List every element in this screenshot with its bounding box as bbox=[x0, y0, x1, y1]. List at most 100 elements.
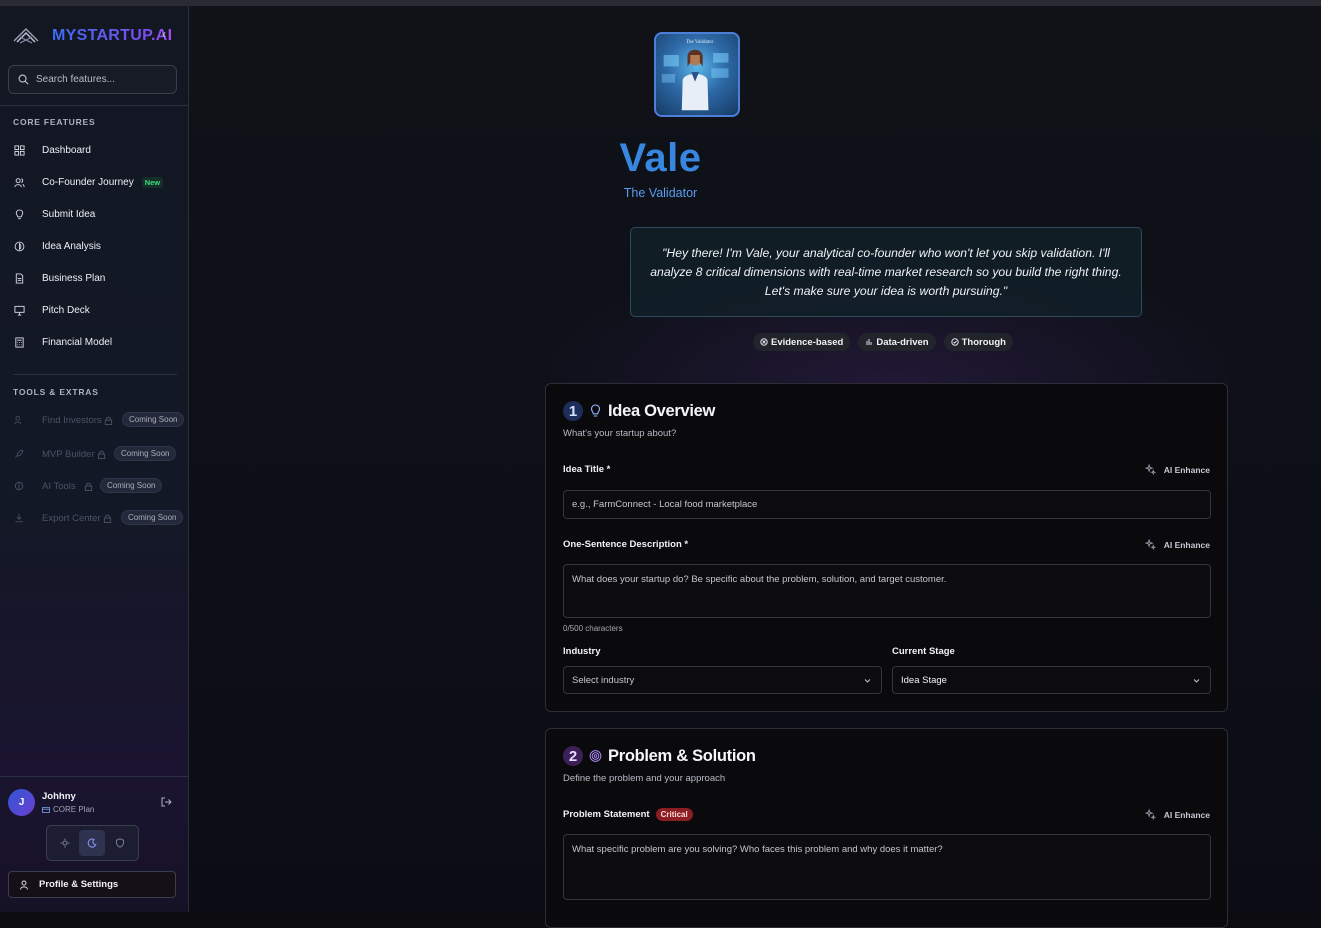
step-number: 1 bbox=[563, 401, 583, 421]
collapse-sidebar-icon[interactable]: ‹ bbox=[162, 27, 166, 41]
problem-statement-textarea[interactable]: What specific problem are you solving? W… bbox=[563, 834, 1211, 900]
sidebar-item-export-center: Export Center bbox=[13, 509, 112, 527]
sidebar-item-label: Business Plan bbox=[42, 272, 106, 284]
search-box[interactable] bbox=[8, 65, 177, 94]
trait-tag: Data-driven bbox=[858, 333, 936, 351]
lock-icon bbox=[84, 482, 92, 491]
sparkles-icon bbox=[1144, 809, 1156, 820]
idea-title-input[interactable]: e.g., FarmConnect - Local food marketpla… bbox=[563, 490, 1211, 519]
validator-illustration bbox=[661, 49, 729, 111]
card-icon bbox=[42, 806, 50, 813]
trait-tag: Evidence-based bbox=[753, 333, 851, 351]
critical-badge: Critical bbox=[655, 808, 693, 821]
advisor-role: The Validator bbox=[623, 186, 698, 200]
brand[interactable]: MYSTARTUP.AI ‹ bbox=[12, 24, 172, 48]
advisor-quote: "Hey there! I'm Vale, your analytical co… bbox=[630, 227, 1142, 317]
sidebar-item-label: Submit Idea bbox=[42, 208, 96, 220]
user-icon bbox=[20, 880, 28, 890]
search-input[interactable] bbox=[36, 74, 166, 85]
sparkles-icon bbox=[1144, 464, 1156, 475]
logo-icon bbox=[13, 28, 39, 44]
rocket-icon bbox=[13, 448, 25, 460]
idea-title-label: Idea Title * bbox=[563, 464, 611, 475]
target-icon bbox=[760, 338, 768, 346]
description-label: One-Sentence Description * bbox=[563, 539, 689, 550]
ai-enhance-button[interactable]: AI Enhance bbox=[1144, 809, 1210, 820]
card-title: Idea Overview bbox=[608, 402, 716, 420]
problem-statement-label: Problem Statement Critical bbox=[563, 808, 693, 821]
lightbulb-icon bbox=[13, 208, 25, 220]
download-icon bbox=[13, 512, 25, 524]
lock-icon bbox=[97, 450, 105, 459]
sidebar-item-idea-analysis[interactable]: Idea Analysis bbox=[13, 236, 101, 256]
avatar[interactable]: J bbox=[8, 789, 35, 816]
sidebar-item-label: Export Center bbox=[42, 512, 101, 524]
stage-value: Idea Stage bbox=[901, 674, 947, 686]
advisor-name: Vale bbox=[619, 136, 702, 180]
sidebar-item-find-investors: Find Investors bbox=[13, 411, 113, 429]
trait-tag-label: Thorough bbox=[961, 336, 1006, 348]
sidebar-item-business-plan[interactable]: Business Plan bbox=[13, 268, 105, 288]
industry-select[interactable]: Select industry bbox=[563, 666, 882, 694]
divider bbox=[0, 776, 188, 777]
sidebar-item-ai-tools: AI Tools bbox=[13, 477, 93, 495]
sidebar-item-label: Financial Model bbox=[42, 336, 113, 348]
core-features-title: CORE FEATURES bbox=[13, 117, 96, 127]
ai-enhance-button[interactable]: AI Enhance bbox=[1144, 539, 1210, 550]
light-theme-button[interactable] bbox=[52, 830, 78, 856]
ai-enhance-label: AI Enhance bbox=[1163, 464, 1210, 475]
industry-label: Industry bbox=[563, 646, 601, 657]
sun-icon bbox=[60, 838, 70, 848]
coming-soon-badge: Coming Soon bbox=[114, 446, 177, 461]
coming-soon-badge: Coming Soon bbox=[122, 412, 185, 427]
user-plan-label: CORE Plan bbox=[53, 805, 95, 814]
sidebar-item-mvp-builder: MVP Builder bbox=[13, 445, 106, 463]
sidebar-item-pitch-deck[interactable]: Pitch Deck bbox=[13, 300, 90, 320]
search-icon bbox=[18, 74, 29, 85]
coming-soon-badge: Coming Soon bbox=[100, 478, 163, 493]
problem-statement-text: Problem Statement bbox=[563, 809, 650, 820]
profile-settings-button[interactable]: Profile & Settings bbox=[8, 871, 176, 898]
trait-tag-label: Data-driven bbox=[876, 336, 929, 348]
ai-enhance-label: AI Enhance bbox=[1163, 809, 1210, 820]
moon-icon bbox=[88, 838, 98, 848]
calculator-icon bbox=[13, 336, 25, 348]
trait-tags: Evidence-based Data-driven Thorough bbox=[753, 333, 1013, 351]
problem-solution-card: 2 Problem & Solution Define the problem … bbox=[545, 728, 1228, 928]
sidebar-item-financial-model[interactable]: Financial Model bbox=[13, 332, 112, 352]
tools-extras-title: TOOLS & EXTRAS bbox=[13, 387, 99, 397]
bar-chart-icon bbox=[866, 339, 872, 345]
user-name: Johhny bbox=[42, 791, 76, 802]
ai-icon bbox=[13, 480, 25, 492]
ai-enhance-label: AI Enhance bbox=[1163, 539, 1210, 550]
lock-icon bbox=[104, 416, 112, 425]
users-icon bbox=[13, 414, 25, 426]
sidebar-item-label: Pitch Deck bbox=[42, 304, 90, 316]
trait-tag-label: Evidence-based bbox=[771, 336, 844, 348]
dark-theme-button[interactable] bbox=[79, 830, 106, 856]
card-title: Problem & Solution bbox=[608, 747, 756, 765]
sidebar-item-label: MVP Builder bbox=[42, 448, 95, 460]
sparkles-icon bbox=[1144, 539, 1156, 550]
analysis-icon bbox=[13, 240, 25, 252]
sidebar-item-label: Idea Analysis bbox=[42, 240, 101, 252]
lock-icon bbox=[103, 514, 111, 523]
character-counter: 0/500 characters bbox=[563, 624, 623, 633]
user-plan: CORE Plan bbox=[42, 805, 94, 814]
check-circle-icon bbox=[950, 338, 959, 346]
stage-select[interactable]: Idea Stage bbox=[892, 666, 1211, 694]
divider bbox=[0, 105, 188, 106]
step-number: 2 bbox=[563, 746, 583, 766]
ai-enhance-button[interactable]: AI Enhance bbox=[1144, 464, 1210, 475]
logout-icon[interactable] bbox=[160, 796, 172, 808]
system-theme-button[interactable] bbox=[107, 830, 133, 856]
chevron-down-icon bbox=[864, 678, 871, 683]
description-textarea[interactable]: What does your startup do? Be specific a… bbox=[563, 564, 1211, 618]
trait-tag: Thorough bbox=[943, 333, 1013, 351]
divider bbox=[13, 374, 177, 375]
card-subtitle: What's your startup about? bbox=[563, 428, 677, 439]
sidebar-item-label: AI Tools bbox=[42, 480, 76, 492]
sidebar-item-submit-idea[interactable]: Submit Idea bbox=[13, 204, 95, 224]
shield-icon bbox=[116, 838, 125, 848]
coming-soon-badge: Coming Soon bbox=[121, 510, 184, 525]
